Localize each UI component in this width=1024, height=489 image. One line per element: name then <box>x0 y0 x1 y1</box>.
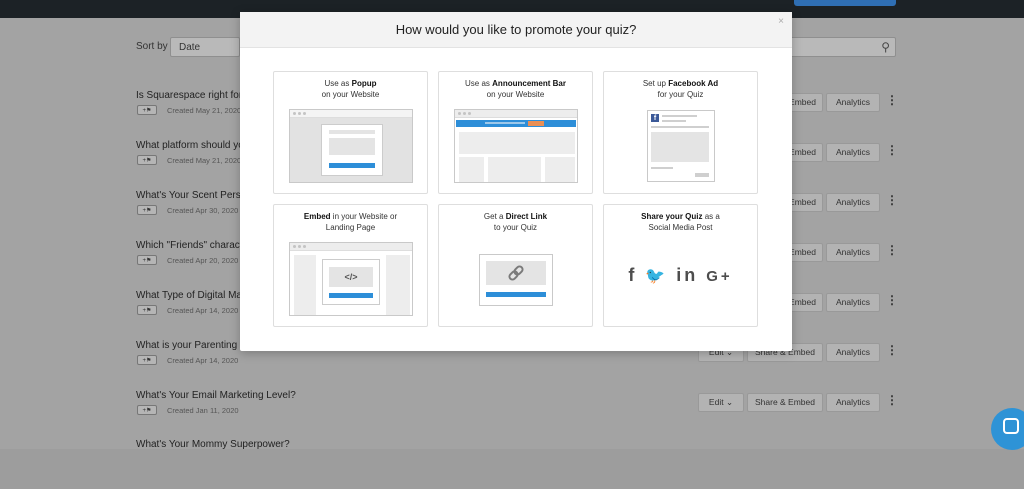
close-icon[interactable]: × <box>778 16 784 27</box>
analytics-button[interactable]: Analytics <box>826 243 880 262</box>
tag-icon[interactable]: +⚑ <box>137 255 157 265</box>
popup-illustration <box>289 109 413 183</box>
quiz-title[interactable]: What's Your Email Marketing Level? <box>136 390 296 401</box>
chat-icon <box>1003 418 1019 434</box>
analytics-button[interactable]: Analytics <box>826 143 880 162</box>
sort-by-label: Sort by <box>136 41 168 52</box>
created-date: Created Apr 14, 2020 <box>167 306 239 315</box>
social-media-option-card[interactable]: Share your Quiz as a Social Media Post f… <box>603 204 758 327</box>
analytics-button[interactable]: Analytics <box>826 93 880 112</box>
created-date: Created May 21, 2020 <box>167 156 242 165</box>
linkedin-icon: in <box>676 265 699 285</box>
sort-select[interactable]: Date <box>170 37 240 57</box>
quiz-title[interactable]: What platform should yo <box>136 140 244 151</box>
direct-link-option-card[interactable]: Get a Direct Link to your Quiz <box>438 204 593 327</box>
popup-option-card[interactable]: Use as Popup on your Website <box>273 71 428 194</box>
promote-quiz-modal: How would you like to promote your quiz?… <box>240 12 792 351</box>
created-date: Created Apr 20, 2020 <box>167 256 239 265</box>
direct-link-illustration <box>479 254 553 306</box>
card-caption: Embed in your Website or Landing Page <box>303 212 398 232</box>
card-caption: Use as Announcement Bar on your Website <box>465 79 566 99</box>
twitter-icon: 🐦 <box>645 268 669 285</box>
analytics-button[interactable]: Analytics <box>826 193 880 212</box>
created-date: Created Apr 30, 2020 <box>167 206 239 215</box>
search-icon: ⚲ <box>881 40 890 54</box>
chevron-down-icon: ⌄ <box>725 397 734 407</box>
search-input[interactable]: ⚲ <box>790 37 896 57</box>
tag-icon[interactable]: +⚑ <box>137 405 157 415</box>
card-caption: Use as Popup on your Website <box>321 79 380 99</box>
quiz-title[interactable]: What is your Parenting S <box>136 340 247 351</box>
more-options-icon[interactable]: ⋮ <box>886 294 898 306</box>
tag-icon[interactable]: +⚑ <box>137 205 157 215</box>
code-icon: </> <box>329 267 373 287</box>
tag-icon[interactable]: +⚑ <box>137 305 157 315</box>
more-options-icon[interactable]: ⋮ <box>886 144 898 156</box>
facebook-ad-option-card[interactable]: Set up Facebook Ad for your Quiz f <box>603 71 758 194</box>
google-plus-icon: G+ <box>706 268 733 285</box>
embed-option-card[interactable]: Embed in your Website or Landing Page </… <box>273 204 428 327</box>
card-caption: Share your Quiz as a Social Media Post <box>641 212 720 232</box>
created-date: Created May 21, 2020 <box>167 106 242 115</box>
more-options-icon[interactable]: ⋮ <box>886 94 898 106</box>
edit-button[interactable]: Edit ⌄ <box>698 393 744 412</box>
embed-illustration: </> <box>289 242 413 316</box>
card-caption: Set up Facebook Ad for your Quiz <box>642 79 719 99</box>
tag-icon[interactable]: +⚑ <box>137 355 157 365</box>
more-options-icon[interactable]: ⋮ <box>886 344 898 356</box>
social-icons: f 🐦 in G+ <box>604 265 757 286</box>
card-caption: Get a Direct Link to your Quiz <box>483 212 548 232</box>
quiz-row: What's Your Email Marketing Level? +⚑ Cr… <box>0 390 1024 440</box>
created-date: Created Apr 14, 2020 <box>167 356 239 365</box>
analytics-button[interactable]: Analytics <box>826 343 880 362</box>
facebook-icon: f <box>651 114 659 122</box>
modal-header: How would you like to promote your quiz? <box>240 12 792 48</box>
tag-icon[interactable]: +⚑ <box>137 155 157 165</box>
more-options-icon[interactable]: ⋮ <box>886 394 898 406</box>
more-options-icon[interactable]: ⋮ <box>886 194 898 206</box>
more-options-icon[interactable]: ⋮ <box>886 244 898 256</box>
analytics-button[interactable]: Analytics <box>826 393 880 412</box>
announcement-bar-illustration <box>454 109 578 183</box>
quiz-title[interactable]: Which "Friends" characte <box>136 240 248 251</box>
tag-icon[interactable]: +⚑ <box>137 105 157 115</box>
share-embed-button[interactable]: Share & Embed <box>747 393 823 412</box>
facebook-icon: f <box>628 265 638 285</box>
analytics-button[interactable]: Analytics <box>826 293 880 312</box>
link-icon <box>508 265 524 281</box>
quiz-row: What's Your Mommy Superpower? <box>0 439 1024 489</box>
facebook-ad-illustration: f <box>647 110 715 182</box>
modal-title: How would you like to promote your quiz? <box>395 22 637 37</box>
quiz-title[interactable]: What's Your Mommy Superpower? <box>136 439 290 450</box>
quiz-title[interactable]: What Type of Digital Ma <box>136 290 242 301</box>
announcement-bar-option-card[interactable]: Use as Announcement Bar on your Website <box>438 71 593 194</box>
top-action-button[interactable] <box>794 0 896 6</box>
created-date: Created Jan 11, 2020 <box>167 406 239 415</box>
quiz-title[interactable]: Is Squarespace right for <box>136 90 242 101</box>
quiz-title[interactable]: What's Your Scent Perso <box>136 190 246 201</box>
